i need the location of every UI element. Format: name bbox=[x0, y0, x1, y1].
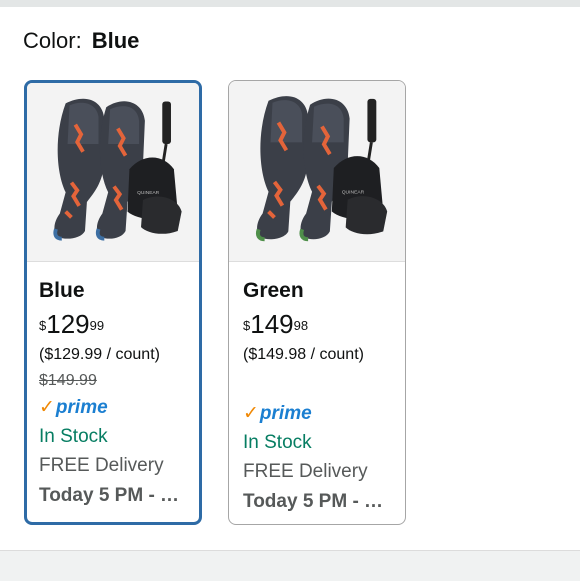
product-image-green[interactable]: QUINEAR bbox=[229, 81, 405, 262]
leg-massager-image: QUINEAR bbox=[255, 96, 388, 242]
delivery-date: Today 5 PM - … bbox=[243, 491, 384, 512]
prime-badge: ✓prime bbox=[39, 397, 108, 418]
svg-text:QUINEAR: QUINEAR bbox=[137, 190, 160, 196]
leg-sleeve-left bbox=[53, 98, 105, 241]
selected-color-value: Blue bbox=[91, 28, 140, 53]
variant-name: Green bbox=[243, 279, 304, 302]
svg-text:QUINEAR: QUINEAR bbox=[342, 190, 365, 196]
stock-status: In Stock bbox=[243, 432, 312, 453]
prime-badge: ✓prime bbox=[243, 403, 312, 424]
color-selector-label: Color: Blue bbox=[23, 28, 139, 54]
stock-status: In Stock bbox=[39, 426, 108, 447]
prime-check-icon: ✓ bbox=[243, 403, 259, 424]
delivery-info: FREE Delivery bbox=[243, 461, 368, 482]
list-price: $149.99 bbox=[39, 372, 97, 389]
color-label: Color: bbox=[23, 28, 82, 53]
variant-card-green[interactable]: QUINEAR Green $14998 ($149.98 / count) ✓… bbox=[228, 80, 406, 525]
leg-sleeve-left bbox=[255, 96, 309, 242]
product-image-blue[interactable]: QUINEAR bbox=[27, 83, 199, 262]
unit-price: ($129.99 / count) bbox=[39, 346, 160, 363]
variant-price: $14998 bbox=[243, 309, 309, 339]
variant-card-blue[interactable]: QUINEAR Blue $12999 ($129.99 / count) $1… bbox=[24, 80, 202, 525]
bottom-divider bbox=[0, 550, 580, 581]
variant-price: $12999 bbox=[39, 309, 105, 339]
variant-name: Blue bbox=[39, 279, 85, 302]
unit-price: ($149.98 / count) bbox=[243, 346, 364, 363]
delivery-info: FREE Delivery bbox=[39, 455, 164, 476]
prime-check-icon: ✓ bbox=[39, 397, 55, 418]
delivery-date: Today 5 PM - … bbox=[39, 485, 180, 506]
top-divider bbox=[0, 0, 580, 7]
leg-massager-image: QUINEAR bbox=[53, 98, 182, 241]
